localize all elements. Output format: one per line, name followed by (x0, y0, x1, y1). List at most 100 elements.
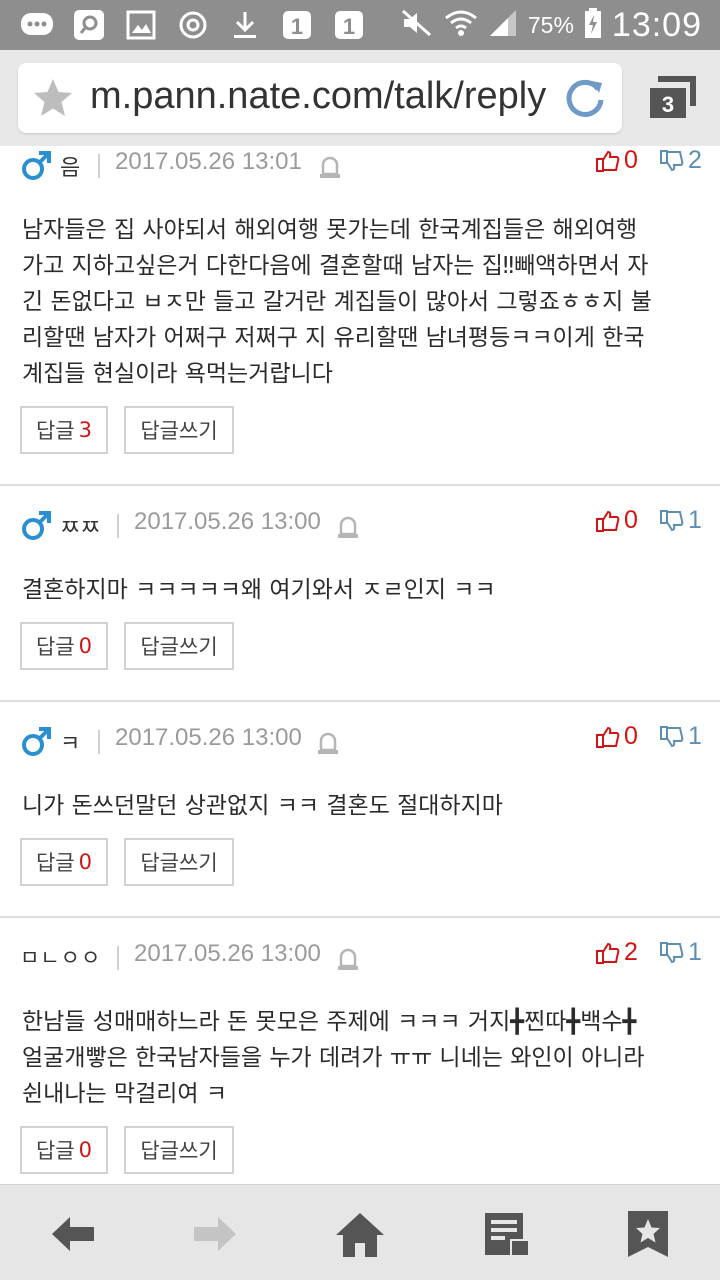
tab-count: 3 (662, 92, 674, 117)
comment-actions: 답글 0 답글쓰기 (20, 622, 234, 670)
dislike-count: 2 (688, 146, 702, 174)
male-icon (20, 150, 52, 182)
thumbs-up-icon (596, 726, 620, 748)
notification-one-icon: 1 (332, 8, 366, 42)
reply-count: 0 (78, 850, 92, 874)
write-reply-button[interactable]: 답글쓰기 (124, 406, 234, 454)
thumbs-down-icon (660, 149, 684, 171)
thumbs-up-icon (596, 510, 620, 532)
reading-list-icon[interactable] (482, 1209, 532, 1259)
nickname[interactable]: ㅉㅉ (60, 510, 100, 542)
like-button[interactable]: 0 (596, 146, 638, 175)
separator (98, 154, 100, 178)
report-icon[interactable] (336, 946, 360, 972)
dislike-button[interactable]: 1 (660, 506, 702, 535)
write-reply-button[interactable]: 답글쓰기 (124, 838, 234, 886)
separator (117, 946, 119, 970)
clock: 13:09 (611, 5, 702, 44)
comment-body: 남자들은 집 사야되서 해외여행 못가는데 한국계집들은 해외여행 가고 지하고… (22, 217, 652, 387)
reply-label: 답글 (35, 419, 75, 443)
svg-text:1: 1 (291, 14, 303, 39)
bookmark-star-icon[interactable] (626, 1209, 676, 1259)
notification-one-icon: 1 (280, 8, 314, 42)
wifi-icon (444, 8, 478, 42)
reply-count: 0 (78, 634, 92, 658)
thumbs-down-icon (660, 725, 684, 747)
thumbs-down-icon (660, 509, 684, 531)
like-button[interactable]: 0 (596, 722, 638, 751)
thumbs-up-icon (596, 150, 620, 172)
comment-actions: 답글 3 답글쓰기 (20, 406, 234, 454)
comment-body: 결혼하지마 ㅋㅋㅋㅋㅋ왜 여기와서 ㅈㄹ인지 ㅋㅋ (22, 577, 496, 603)
like-button[interactable]: 2 (596, 938, 638, 967)
dislike-button[interactable]: 1 (660, 938, 702, 967)
image-icon (124, 8, 158, 42)
male-icon (20, 726, 52, 758)
comment-body: 니가 돈쓰던말던 상관없지 ㅋㅋ 결혼도 절대하지마 (22, 793, 503, 819)
comment-header: 음 2017.05.26 13:01 0 2 (20, 146, 702, 186)
comment-header: ㅉㅉ 2017.05.26 13:00 0 1 (20, 506, 702, 546)
dislike-count: 1 (688, 722, 702, 750)
write-reply-button[interactable]: 답글쓰기 (124, 1126, 234, 1174)
reply-count-button[interactable]: 답글 0 (20, 1126, 108, 1174)
tabs-button[interactable]: 3 (646, 72, 698, 124)
comment-list: 음 2017.05.26 13:01 0 2 남자들은 집 사야되서 해외여행 … (0, 146, 720, 1184)
comment-body: 한남들 성매매하느라 돈 못모은 주제에 ㅋㅋㅋ 거지╋찐따╋백수╋ 얼굴개빻은… (22, 1009, 645, 1107)
report-icon[interactable] (318, 154, 342, 180)
reply-count-button[interactable]: 답글 0 (20, 838, 108, 886)
timestamp: 2017.05.26 13:01 (115, 148, 302, 175)
address-bar: m.pann.nate.com/talk/reply 3 (0, 50, 720, 146)
back-arrow-icon[interactable] (48, 1209, 98, 1259)
comment-item: 음 2017.05.26 13:01 0 2 남자들은 집 사야되서 해외여행 … (0, 146, 720, 486)
like-count: 0 (624, 506, 638, 534)
svg-text:1: 1 (343, 14, 355, 39)
sync-icon (176, 8, 210, 42)
nickname[interactable]: ㅋ (60, 726, 80, 758)
forward-arrow-icon[interactable] (190, 1209, 240, 1259)
notification-icons: 1 1 (20, 8, 366, 42)
separator (98, 730, 100, 754)
bookmark-star-icon[interactable] (30, 75, 76, 121)
reply-label: 답글 (35, 635, 75, 659)
timestamp: 2017.05.26 13:00 (134, 508, 321, 535)
reply-count: 0 (78, 1138, 92, 1162)
write-reply-button[interactable]: 답글쓰기 (124, 622, 234, 670)
chat-icon (20, 8, 54, 42)
report-icon[interactable] (336, 514, 360, 540)
url-field[interactable]: m.pann.nate.com/talk/reply (18, 63, 622, 133)
like-count: 0 (624, 722, 638, 750)
reply-label: 답글 (35, 851, 75, 875)
like-count: 0 (624, 146, 638, 174)
reload-icon[interactable] (562, 75, 608, 121)
reply-count: 3 (78, 418, 92, 442)
reply-count-button[interactable]: 답글 0 (20, 622, 108, 670)
comment-header: ㅁㄴㅇㅇ 2017.05.26 13:00 2 1 (20, 938, 702, 978)
home-icon[interactable] (334, 1209, 384, 1259)
nickname[interactable]: 음 (60, 150, 80, 182)
dislike-button[interactable]: 1 (660, 722, 702, 751)
dislike-count: 1 (688, 506, 702, 534)
thumbs-down-icon (660, 941, 684, 963)
signal-icon (488, 8, 518, 42)
reply-label: 답글 (35, 1139, 75, 1163)
comment-header: ㅋ 2017.05.26 13:00 0 1 (20, 722, 702, 762)
dislike-button[interactable]: 2 (660, 146, 702, 175)
dislike-count: 1 (688, 938, 702, 966)
timestamp: 2017.05.26 13:00 (115, 724, 302, 751)
browser-toolbar (0, 1184, 720, 1280)
url-text[interactable]: m.pann.nate.com/talk/reply (90, 75, 560, 118)
like-button[interactable]: 0 (596, 506, 638, 535)
male-icon (20, 510, 52, 542)
search-app-icon (72, 8, 106, 42)
nickname[interactable]: ㅁㄴㅇㅇ (20, 942, 101, 972)
report-icon[interactable] (316, 730, 340, 756)
comment-actions: 답글 0 답글쓰기 (20, 838, 234, 886)
timestamp: 2017.05.26 13:00 (134, 940, 321, 967)
mute-icon (400, 8, 434, 42)
status-bar: 1 1 75% 13:09 (0, 0, 720, 50)
comment-actions: 답글 0 답글쓰기 (20, 1126, 234, 1174)
reply-count-button[interactable]: 답글 3 (20, 406, 108, 454)
thumbs-up-icon (596, 942, 620, 964)
comment-item: ㅁㄴㅇㅇ 2017.05.26 13:00 2 1 한남들 성매매하느라 돈 못… (0, 918, 720, 1184)
download-icon (228, 8, 262, 42)
